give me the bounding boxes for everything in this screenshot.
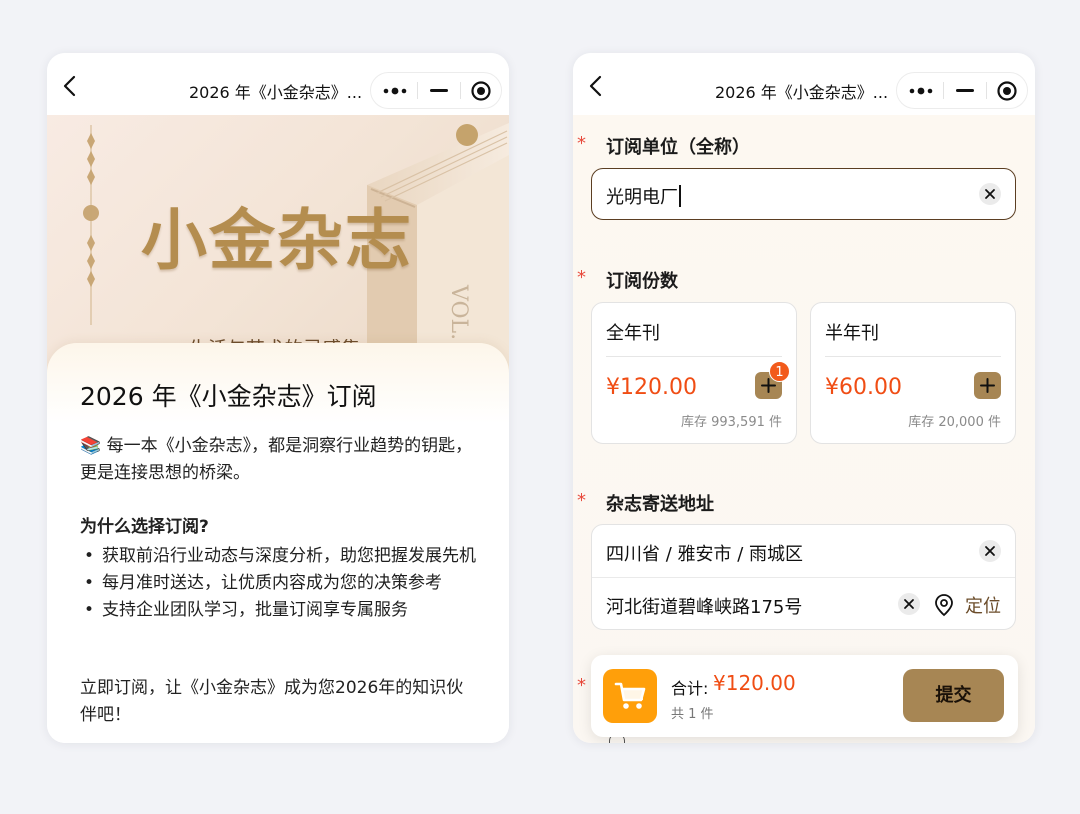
plan-card-annual[interactable]: 全年刊 ¥120.00 1 库存 993,591 件 [591, 302, 797, 444]
back-arrow-icon[interactable] [583, 73, 609, 99]
article-card: 2026 年《小金杂志》订阅 📚 每一本《小金杂志》，都是洞察行业趋势的钥匙，更… [47, 343, 509, 743]
total-amount: ¥120.00 [713, 671, 796, 695]
text-caret [679, 185, 681, 207]
books-icon: 📚 [80, 436, 102, 456]
shopping-cart-icon[interactable] [603, 669, 657, 723]
address-group: 四川省 / 雅安市 / 雨城区 河北街道碧峰峡路175号 定位 [591, 524, 1016, 630]
required-mark: * [577, 490, 586, 511]
street-value: 河北街道碧峰峡路175号 [606, 597, 803, 618]
unit-name-value: 光明电厂 [606, 187, 678, 208]
article-intro: 📚 每一本《小金杂志》，都是洞察行业趋势的钥匙，更是连接思想的桥梁。 [80, 436, 473, 483]
copies-label: 订阅份数 [606, 271, 678, 292]
total-label: 合计: [671, 679, 709, 698]
plan-price: ¥60.00 [825, 375, 902, 400]
article-closing: 立即订阅，让《小金杂志》成为您2026年的知识伙伴吧！ [80, 678, 464, 725]
plus-icon[interactable] [974, 372, 1001, 399]
more-dots-icon[interactable] [899, 73, 943, 108]
page-title: 2026 年《小金杂志》... [715, 83, 889, 102]
close-target-icon[interactable] [459, 73, 503, 108]
order-form-screen: 2026 年《小金杂志》... * 订阅单位（全称） 光明电厂 * 订阅份数 全… [573, 53, 1035, 743]
region-select[interactable]: 四川省 / 雅安市 / 雨城区 [592, 525, 1015, 577]
region-value: 四川省 / 雅安市 / 雨城区 [606, 544, 804, 565]
list-item: 每月准时送达，让优质内容成为您的决策参考 [80, 570, 480, 597]
plan-name: 全年刊 [606, 323, 660, 344]
item-count: 共 1 件 [671, 707, 714, 722]
locate-button[interactable]: 定位 [935, 592, 1001, 618]
location-pin-icon [935, 594, 953, 617]
article-heading: 2026 年《小金杂志》订阅 [80, 382, 377, 411]
mini-program-capsule [896, 72, 1028, 109]
address-label: 杂志寄送地址 [606, 494, 714, 515]
quantity-badge: 1 [769, 361, 790, 382]
why-subscribe-title: 为什么选择订阅? [80, 517, 209, 537]
book-spine-text: VOL. [446, 284, 471, 340]
diamond-ornament [83, 125, 99, 325]
submit-button[interactable]: 提交 [903, 669, 1004, 722]
navbar: 2026 年《小金杂志》... [47, 53, 509, 115]
plan-card-half-year[interactable]: 半年刊 ¥60.00 库存 20,000 件 [810, 302, 1016, 444]
plan-stock: 库存 20,000 件 [908, 415, 1001, 430]
hero-title: 小金杂志 [141, 201, 413, 279]
checkout-bar: 合计: ¥120.00 共 1 件 提交 [591, 655, 1018, 737]
back-arrow-icon[interactable] [57, 73, 83, 99]
minimize-icon[interactable] [417, 73, 461, 108]
list-item: 支持企业团队学习，批量订阅享专属服务 [80, 597, 480, 624]
plan-price: ¥120.00 [606, 375, 697, 400]
clear-icon[interactable] [979, 183, 1001, 205]
clear-icon[interactable] [898, 593, 920, 615]
required-mark: * [577, 133, 586, 154]
street-address-input[interactable]: 河北街道碧峰峡路175号 定位 [592, 578, 1015, 630]
more-dots-icon[interactable] [373, 73, 417, 108]
list-item: 获取前沿行业动态与深度分析，助您把握发展先机 [80, 543, 480, 570]
benefit-list: 获取前沿行业动态与深度分析，助您把握发展先机 每月准时送达，让优质内容成为您的决… [80, 543, 480, 624]
unit-label: 订阅单位（全称） [606, 137, 750, 158]
mini-program-capsule [370, 72, 502, 109]
unit-name-input[interactable]: 光明电厂 [591, 168, 1016, 220]
navbar: 2026 年《小金杂志》... [573, 53, 1035, 115]
minimize-icon[interactable] [943, 73, 987, 108]
clear-icon[interactable] [979, 540, 1001, 562]
plan-name: 半年刊 [825, 323, 879, 344]
article-screen: 2026 年《小金杂志》... VOL. 小金杂志 2026 年《小金杂志》订阅… [47, 53, 509, 743]
close-target-icon[interactable] [985, 73, 1029, 108]
required-mark: * [577, 267, 586, 288]
required-mark: * [577, 675, 586, 696]
page-title: 2026 年《小金杂志》... [189, 83, 363, 102]
plan-stock: 库存 993,591 件 [680, 415, 782, 430]
